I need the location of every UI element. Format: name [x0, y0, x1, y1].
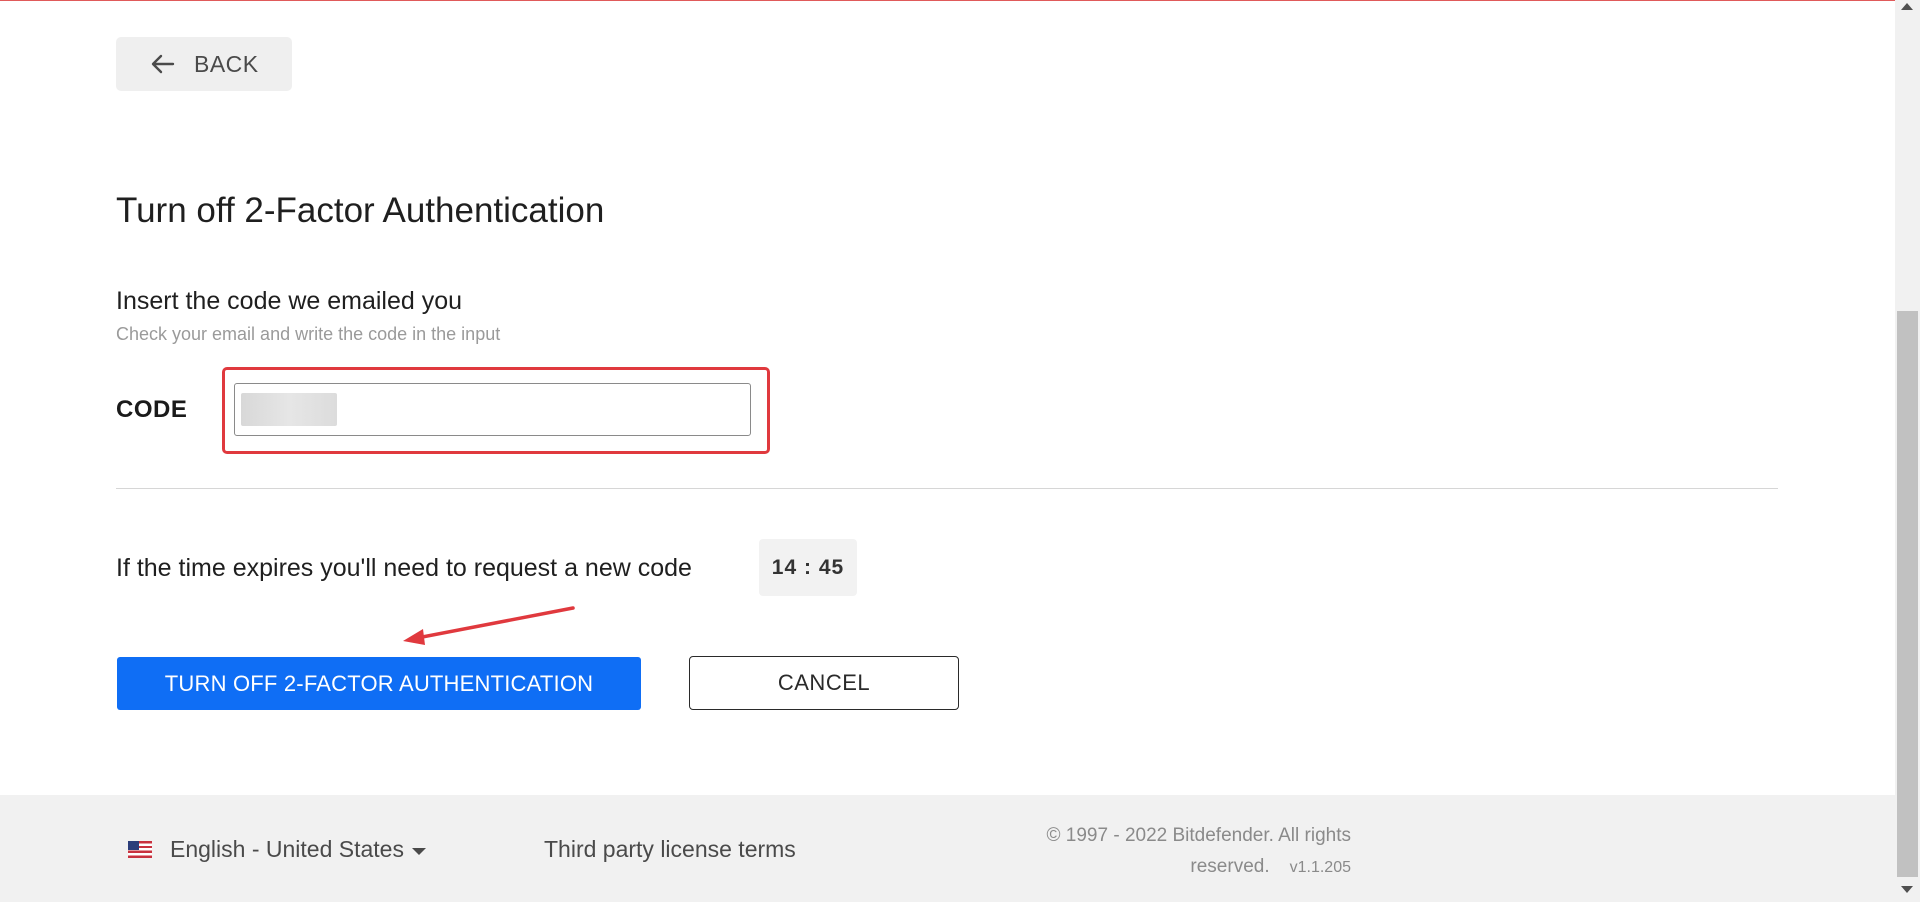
scroll-down-icon[interactable] [1901, 886, 1913, 893]
code-section-subtitle: Check your email and write the code in t… [116, 324, 501, 344]
arrow-left-icon [150, 53, 176, 75]
code-label: CODE [116, 396, 188, 423]
cancel-button[interactable]: CANCEL [689, 656, 959, 710]
turn-off-2fa-button[interactable]: TURN OFF 2-FACTOR AUTHENTICATION [117, 657, 641, 710]
page-content: BACK Turn off 2-Factor Authentication In… [0, 0, 1895, 902]
back-button[interactable]: BACK [116, 37, 292, 91]
page-title: Turn off 2-Factor Authentication [116, 191, 605, 230]
annotation-arrow-icon [403, 606, 575, 645]
copyright: © 1997 - 2022 Bitdefender. All rights re… [1000, 820, 1351, 883]
back-button-label: BACK [194, 50, 259, 77]
copyright-line-1: © 1997 - 2022 Bitdefender. All rights [1046, 825, 1351, 846]
scroll-up-icon[interactable] [1901, 3, 1913, 10]
scrollbar-thumb[interactable] [1897, 311, 1918, 877]
divider [116, 488, 1778, 489]
third-party-license-link[interactable]: Third party license terms [544, 836, 796, 863]
us-flag-icon [128, 841, 152, 858]
language-label: English - United States [170, 836, 404, 862]
chevron-down-icon [411, 847, 426, 855]
language-selector[interactable]: English - United States [128, 836, 426, 863]
redacted-code-value [241, 393, 337, 426]
countdown-timer: 14 : 45 [759, 539, 857, 596]
expire-info-text: If the time expires you'll need to reque… [116, 554, 692, 582]
app-version: v1.1.205 [1289, 859, 1351, 876]
code-section-title: Insert the code we emailed you [116, 287, 463, 315]
copyright-line-2: reserved. [1190, 856, 1270, 877]
